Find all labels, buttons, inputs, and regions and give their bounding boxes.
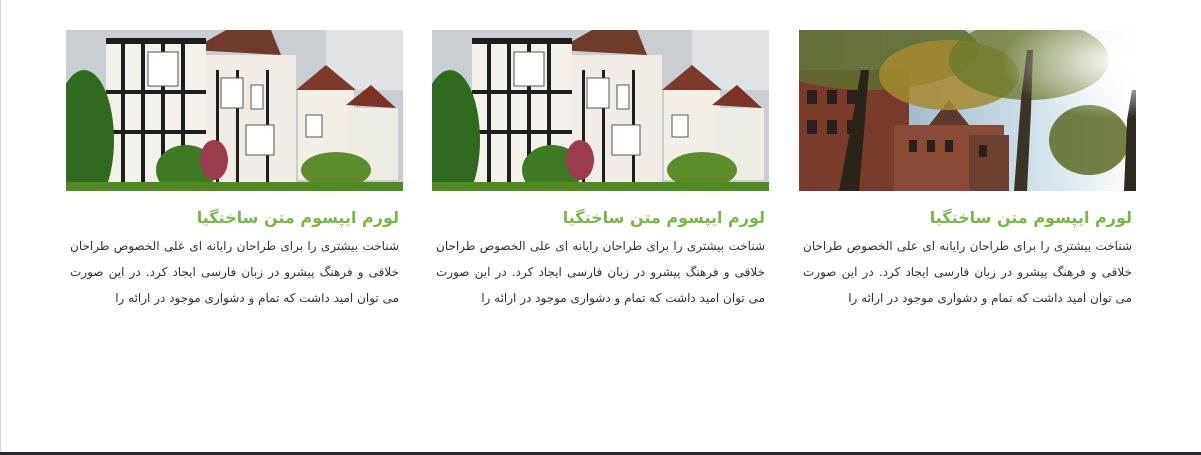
card-excerpt: شناخت بیشتری را برای طراحان رایانه ای عل… (803, 239, 1132, 305)
card-title[interactable]: لورم ایپسوم متن ساختگیا (432, 206, 769, 230)
card-image-tudor-houses[interactable] (66, 30, 403, 191)
card-title[interactable]: لورم ایپسوم متن ساختگیا (799, 206, 1136, 230)
news-card-3[interactable]: لورم ایپسوم متن ساختگیا شناخت بیشتری را … (66, 30, 403, 311)
news-card-2[interactable]: لورم ایپسوم متن ساختگیا شناخت بیشتری را … (432, 30, 769, 311)
news-card-1[interactable]: لورم ایپسوم متن ساختگیا شناخت بیشتری را … (799, 30, 1136, 311)
card-excerpt: شناخت بیشتری را برای طراحان رایانه ای عل… (436, 239, 765, 305)
card-title[interactable]: لورم ایپسوم متن ساختگیا (66, 206, 403, 230)
card-image-tudor-houses[interactable] (432, 30, 769, 191)
card-excerpt: شناخت بیشتری را برای طراحان رایانه ای عل… (70, 239, 399, 305)
page-left-border (0, 0, 1, 455)
card-image-tree-street[interactable] (799, 30, 1136, 191)
